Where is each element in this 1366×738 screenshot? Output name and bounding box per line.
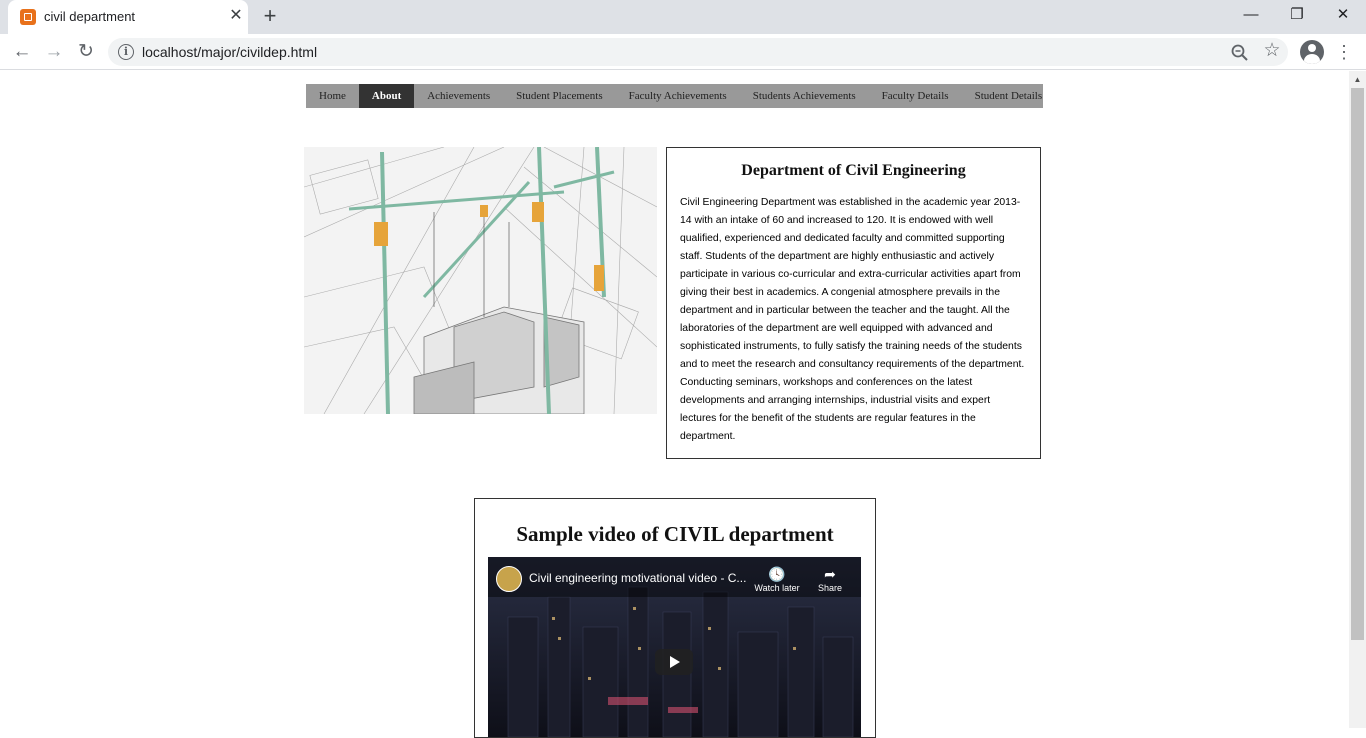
construction-hero-image — [304, 147, 657, 414]
nav-item-home[interactable]: Home — [306, 84, 359, 108]
xampp-favicon-icon — [20, 9, 36, 25]
nav-item-achievements[interactable]: Achievements — [414, 84, 503, 108]
department-description: Civil Engineering Department was establi… — [680, 197, 1025, 442]
department-title: Department of Civil Engineering — [741, 162, 966, 179]
share-arrow-icon: ➦ — [824, 566, 836, 582]
share-label: Share — [817, 583, 843, 593]
url-text[interactable]: localhost/major/civildep.html — [142, 44, 317, 60]
restore-icon[interactable]: ❐ — [1274, 0, 1320, 32]
nav-item-student-placements[interactable]: Student Placements — [503, 84, 615, 108]
kebab-menu-icon[interactable]: ⋮ — [1334, 40, 1354, 64]
minimize-icon[interactable]: — — [1228, 0, 1274, 32]
department-info-box: Department of Civil Engineering Civil En… — [666, 147, 1041, 459]
zoom-icon[interactable] — [1230, 43, 1250, 63]
browser-tab[interactable]: civil department ✕ — [8, 0, 248, 34]
nav-item-students-achievements[interactable]: Students Achievements — [740, 84, 869, 108]
nav-item-faculty-achievements[interactable]: Faculty Achievements — [616, 84, 740, 108]
video-heading: Sample video of CIVIL department — [516, 522, 834, 546]
youtube-embed[interactable]: Civil engineering motivational video - C… — [488, 557, 861, 737]
forward-icon[interactable]: → — [41, 40, 67, 66]
clock-icon: 🕓 — [768, 566, 786, 582]
back-icon[interactable]: ← — [9, 40, 35, 66]
tab-close-icon[interactable]: ✕ — [226, 6, 246, 26]
scrollbar-thumb[interactable] — [1351, 88, 1364, 640]
tab-title: civil department — [44, 9, 136, 24]
share-button[interactable]: ➦ Share — [807, 565, 853, 593]
profile-avatar-icon[interactable] — [1300, 40, 1324, 64]
watch-later-button[interactable]: 🕓 Watch later — [754, 565, 800, 593]
main-nav: Home About Achievements Student Placemen… — [306, 84, 1043, 108]
nav-item-faculty-details[interactable]: Faculty Details — [869, 84, 962, 108]
window-close-icon[interactable]: ✕ — [1320, 0, 1366, 32]
video-title[interactable]: Civil engineering motivational video - C… — [529, 571, 746, 585]
bookmark-star-icon[interactable]: ☆ — [1262, 41, 1282, 61]
watch-later-label: Watch later — [754, 583, 800, 593]
video-section: Sample video of CIVIL department Civil e… — [474, 498, 876, 738]
new-tab-icon[interactable]: + — [258, 4, 282, 28]
reload-icon[interactable]: ↻ — [73, 40, 99, 66]
site-info-icon[interactable]: i — [118, 44, 134, 60]
nav-item-about[interactable]: About — [358, 84, 415, 108]
nav-item-student-details[interactable]: Student Details — [962, 84, 1056, 108]
channel-avatar[interactable] — [496, 566, 522, 592]
play-icon[interactable] — [655, 649, 693, 675]
scroll-up-arrow-icon[interactable]: ▲ — [1349, 71, 1366, 88]
